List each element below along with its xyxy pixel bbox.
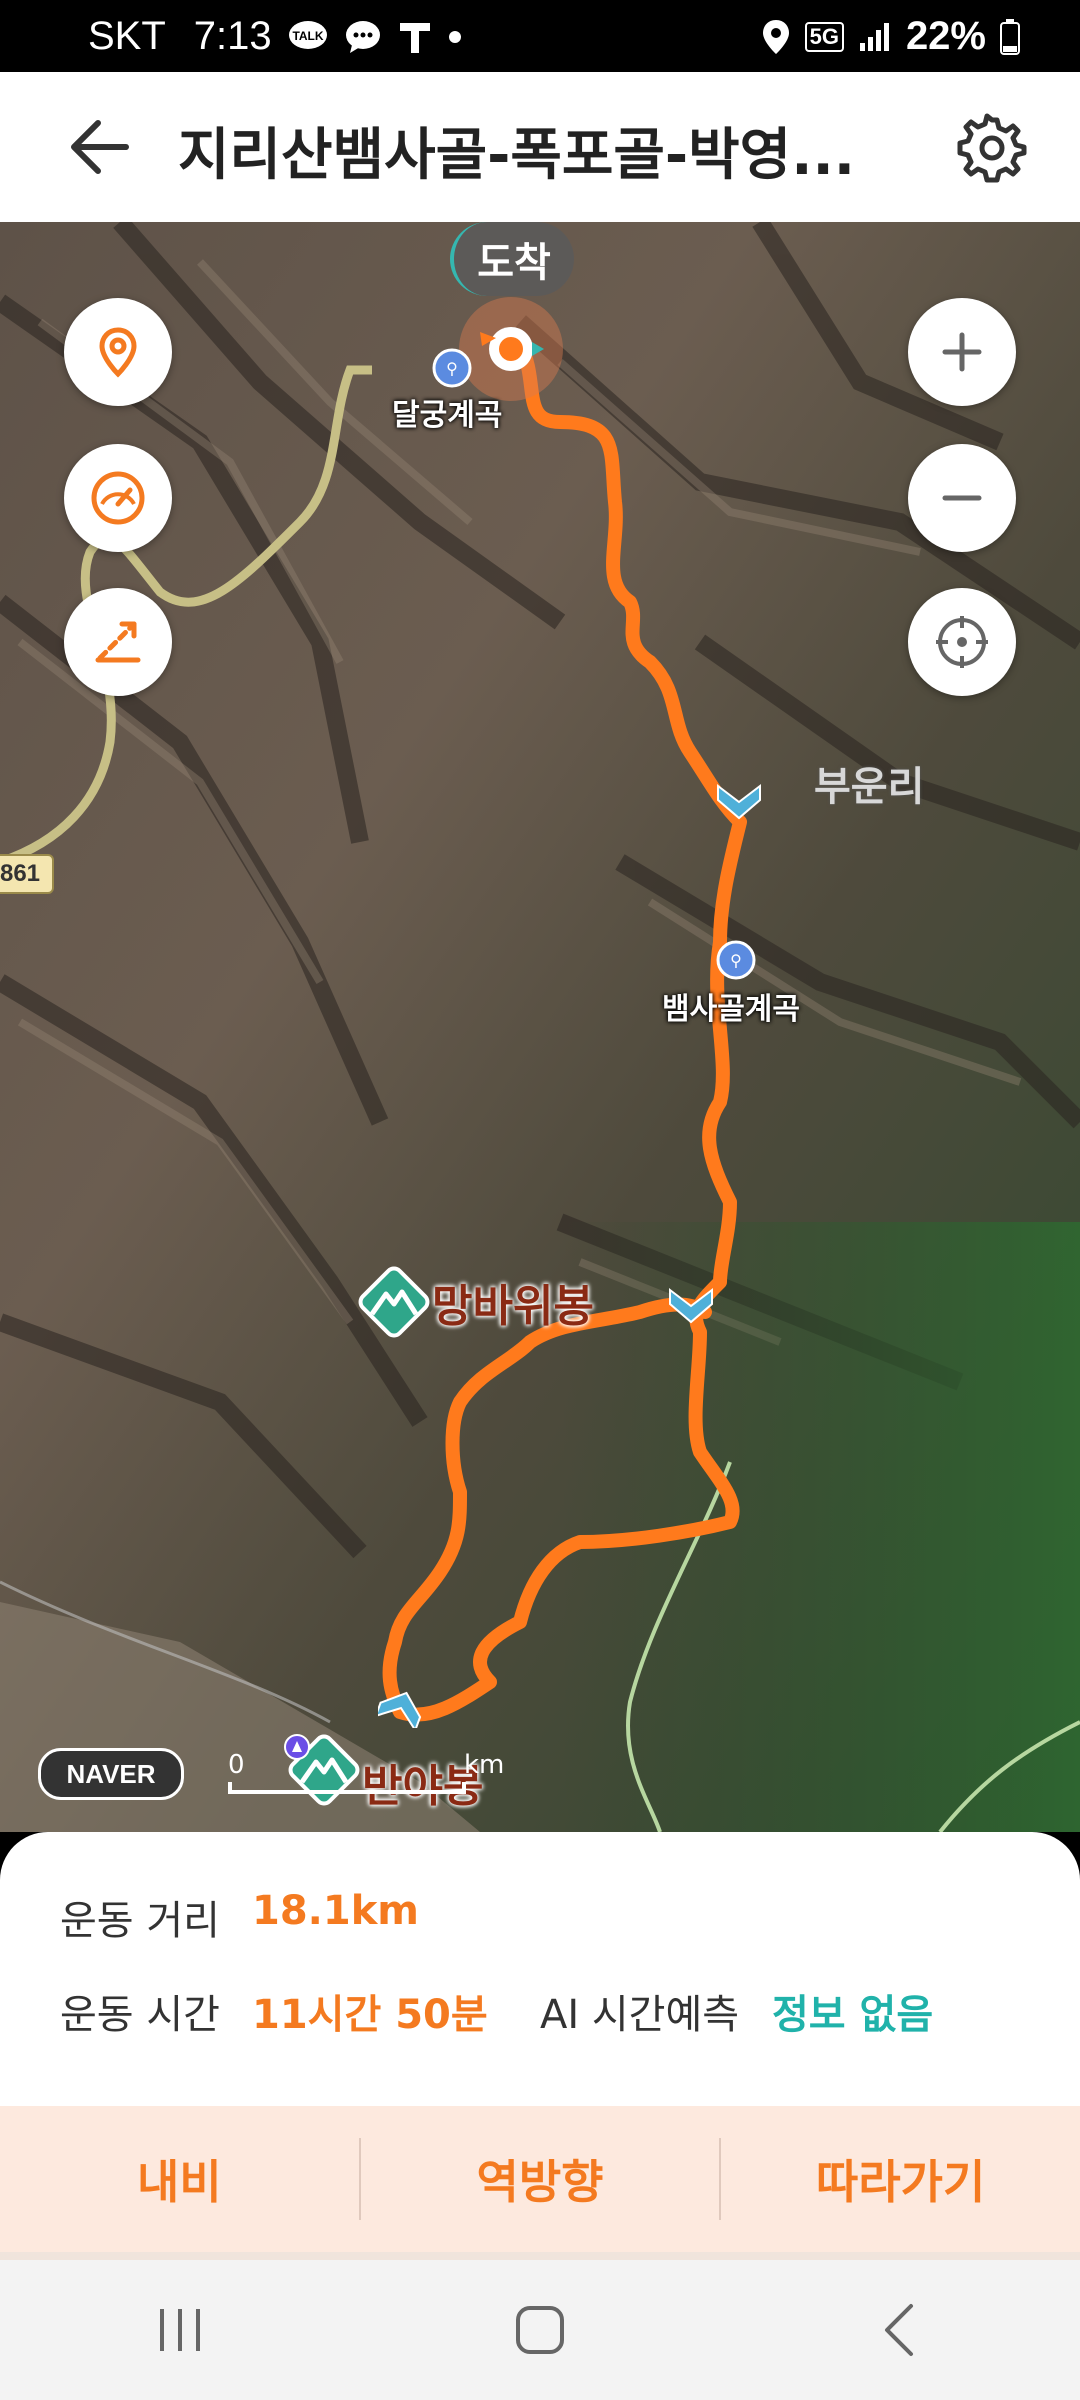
carrier-label: SKT — [88, 14, 166, 58]
speedometer-icon — [91, 471, 145, 525]
arrival-label: 도착 — [477, 240, 551, 286]
ai-time-prediction-label: AI 시간예측 — [540, 1992, 740, 2038]
plus-icon — [942, 332, 982, 372]
navigation-button[interactable]: 내비 — [0, 2106, 359, 2252]
ai-time-prediction-value[interactable]: 정보 없음 — [772, 1982, 933, 2040]
battery-icon — [1000, 18, 1020, 55]
my-location-button[interactable] — [908, 588, 1016, 696]
recent-apps-icon — [160, 2309, 200, 2351]
place-label-bunri[interactable]: 부운리 — [814, 754, 924, 812]
direction-chevron-icon — [378, 1691, 422, 1728]
settings-button[interactable] — [952, 108, 1032, 188]
crosshair-icon — [936, 616, 988, 668]
app-header: 지리산뱀사골-폭포골-박영... — [0, 72, 1080, 224]
navigation-button-label: 내비 — [137, 2155, 222, 2209]
system-navigation-bar — [0, 2260, 1080, 2400]
back-arrow-icon — [71, 120, 129, 174]
kakaotalk-icon: TALK — [288, 20, 328, 54]
peak-label-mangbawi[interactable]: 망바위봉 — [432, 1270, 594, 1334]
reverse-direction-button-label: 역방향 — [476, 2155, 604, 2209]
follow-route-button[interactable]: 따라가기 — [721, 2106, 1080, 2252]
scale-bar-icon — [228, 1782, 466, 1794]
distance-label: 운동 거리 — [60, 1898, 220, 1944]
svg-text:⚲: ⚲ — [446, 359, 458, 378]
distance-value: 18.1km — [252, 1888, 419, 1934]
exercise-time-label: 운동 시간 — [60, 1992, 220, 2038]
scale-zero-label: 0 — [228, 1750, 245, 1780]
place-label-baemsagol[interactable]: 뱀사골계곡 — [662, 984, 800, 1028]
clock-label: 7:13 — [193, 14, 272, 58]
location-icon — [761, 18, 791, 56]
start-point-marker-icon[interactable] — [284, 1734, 310, 1760]
elevation-slope-button[interactable] — [64, 588, 172, 696]
home-icon — [516, 2306, 564, 2354]
map-view[interactable]: 도착 ⚲ 달궁계곡 부운리 ⚲ 뱀사골계곡 망바위봉 반야봉 861 NAVER… — [0, 222, 1080, 1832]
message-icon — [344, 19, 382, 55]
scale-unit-label: km — [464, 1750, 505, 1780]
zoom-out-button[interactable] — [908, 444, 1016, 552]
status-bar: SKT 7:13 TALK 5G 22% — [0, 0, 1080, 72]
slope-icon — [95, 621, 141, 663]
signal-icon — [858, 21, 892, 53]
zoom-in-button[interactable] — [908, 298, 1016, 406]
page-title: 지리산뱀사골-폭포골-박영... — [178, 123, 856, 188]
arrival-marker[interactable]: 도착 — [450, 222, 574, 296]
gear-icon — [957, 113, 1027, 183]
recent-apps-button[interactable] — [120, 2270, 240, 2390]
naver-logo[interactable]: NAVER — [38, 1748, 184, 1800]
map-pin-icon — [99, 327, 137, 378]
toilet-poi-icon[interactable]: ⚲ — [716, 940, 756, 980]
more-notifications-dot-icon — [448, 30, 462, 44]
home-button[interactable] — [480, 2270, 600, 2390]
network-type-label: 5G — [804, 21, 844, 52]
svg-text:⚲: ⚲ — [730, 951, 742, 970]
svg-text:TALK: TALK — [292, 29, 323, 43]
place-marker-button[interactable] — [64, 298, 172, 406]
sheet-bottom-shadow — [0, 2252, 1080, 2260]
direction-chevron-icon — [717, 783, 761, 820]
battery-percent-label: 22% — [905, 14, 986, 58]
road-number-badge: 861 — [0, 854, 54, 894]
toilet-poi-icon[interactable]: ⚲ — [432, 348, 472, 388]
direction-chevron-icon — [669, 1287, 713, 1324]
speed-gauge-button[interactable] — [64, 444, 172, 552]
map-scale: 0 km — [228, 1750, 504, 1794]
back-chevron-icon — [885, 2304, 913, 2356]
exercise-time-value: 11시간 50분 — [252, 1992, 488, 2038]
minus-icon — [942, 495, 982, 501]
current-location-marker-icon[interactable] — [456, 294, 566, 404]
mountain-peak-icon[interactable] — [354, 1262, 434, 1342]
follow-route-button-label: 따라가기 — [816, 2155, 986, 2209]
back-button[interactable] — [60, 112, 140, 182]
satellite-map-image — [0, 222, 1080, 1832]
tmap-icon — [398, 19, 432, 55]
place-label-dalgung[interactable]: 달궁계곡 — [392, 390, 502, 434]
system-back-button[interactable] — [840, 2270, 960, 2390]
action-bar: 내비 역방향 따라가기 — [0, 2106, 1080, 2252]
reverse-direction-button[interactable]: 역방향 — [361, 2106, 720, 2252]
